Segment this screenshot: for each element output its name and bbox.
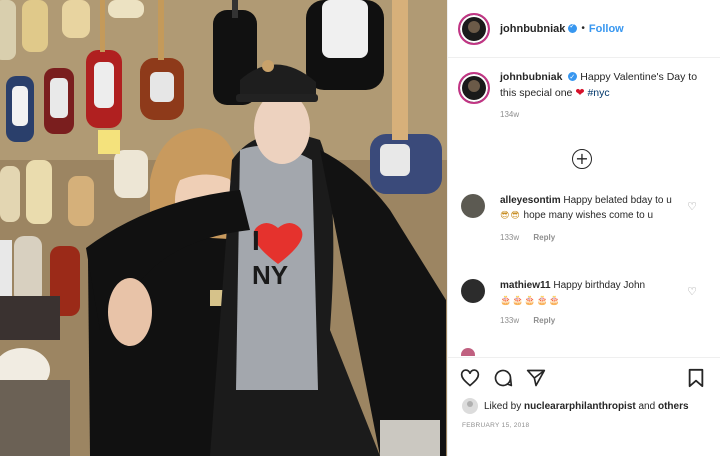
next-comment-peek	[461, 348, 501, 356]
caption-author-avatar[interactable]	[458, 72, 490, 104]
follow-button[interactable]: Follow	[589, 23, 624, 35]
comment-item: alleyesontim Happy belated bday to u 😎😎 …	[461, 194, 711, 246]
comment-text-after: hope many wishes come to u	[523, 209, 654, 221]
comment-like-heart-icon[interactable]: ♡	[687, 285, 697, 298]
caption-hashtag[interactable]: #nyc	[587, 87, 609, 99]
post-actions-bar: Liked by nucleararphilanthropist and oth…	[448, 357, 720, 456]
like-heart-icon[interactable]	[460, 368, 480, 388]
likes-user[interactable]: nucleararphilanthropist	[524, 401, 636, 412]
likes-and: and	[638, 400, 656, 412]
bookmark-icon[interactable]	[687, 368, 705, 388]
comment-text: Happy birthday John	[553, 280, 646, 291]
author-username[interactable]: johnbubniak	[500, 23, 565, 35]
post-header: johnbubniak • Follow	[448, 0, 720, 58]
comment-reply-button[interactable]: Reply	[533, 233, 555, 242]
comment-emoji: 🎂🎂🎂🎂🎂	[500, 295, 562, 306]
liker-avatar[interactable]	[462, 398, 478, 414]
comment-icon[interactable]	[493, 368, 513, 388]
likes-others[interactable]: others	[658, 401, 689, 412]
caption-timestamp: 134w	[500, 110, 520, 119]
author-avatar[interactable]	[458, 12, 490, 45]
commenter-avatar[interactable]	[461, 194, 485, 218]
comment-item: mathiew11 Happy birthday John 🎂🎂🎂🎂🎂 133w…	[461, 279, 711, 329]
shirt-letters-ny: NY	[252, 260, 288, 290]
heart-emoji-icon: ❤	[575, 86, 585, 99]
comment-reply-button[interactable]: Reply	[533, 316, 555, 325]
comment-emoji: 😎😎	[500, 210, 521, 221]
caption-verified-badge-icon	[568, 70, 578, 85]
comment-text: Happy belated bday to u	[563, 195, 672, 206]
post-date: FEBRUARY 15, 2018	[462, 422, 530, 429]
comment-like-heart-icon[interactable]: ♡	[687, 200, 697, 213]
caption-username[interactable]: johnbubniak	[500, 71, 562, 83]
commenter-avatar[interactable]	[461, 279, 485, 303]
post-caption: johnbubniak Happy Valentine's Day to thi…	[458, 70, 713, 122]
comment-timestamp: 133w	[500, 316, 520, 325]
share-icon[interactable]	[526, 368, 546, 388]
add-comment-icon[interactable]: +	[572, 149, 592, 169]
comment-username[interactable]: alleyesontim	[500, 195, 561, 206]
comment-timestamp: 133w	[500, 233, 520, 242]
shirt-letter-i: I	[252, 225, 260, 256]
verified-badge-icon	[568, 22, 578, 33]
separator-dot: •	[581, 23, 585, 34]
photo-illustration: I NY	[0, 0, 447, 456]
post-photo[interactable]: I NY	[0, 0, 447, 456]
likes-summary: Liked by nucleararphilanthropist and oth…	[462, 398, 689, 414]
post-side-panel: johnbubniak • Follow johnbubniak Happy V…	[447, 0, 720, 456]
comment-username[interactable]: mathiew11	[500, 280, 551, 291]
likes-prefix: Liked by	[484, 400, 522, 412]
